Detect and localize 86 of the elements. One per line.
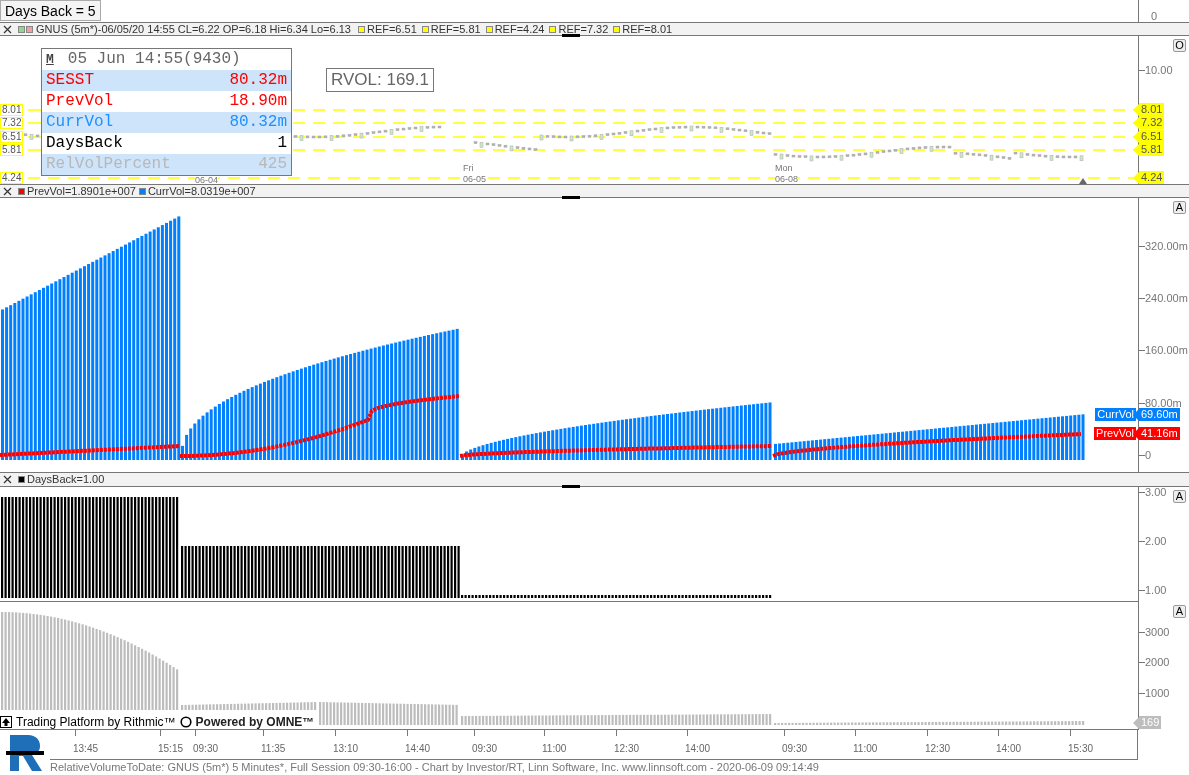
logo-icon [4, 733, 46, 773]
time-label: 09:30 [782, 744, 808, 754]
time-label: 11:00 [542, 744, 567, 754]
tag-pointer-icon [1133, 427, 1139, 440]
legend-label: REF=6.51 [366, 23, 417, 35]
date-label: Fri [463, 164, 474, 172]
rvol-label: RVOL: 169.1 [326, 68, 434, 92]
ring-icon [179, 716, 192, 728]
row-value: 80.32m [229, 70, 287, 91]
level-label: 5.81 [0, 144, 24, 156]
close-icon[interactable] [3, 24, 12, 34]
legend-label: REF=5.81 [430, 23, 481, 35]
row-label: PrevVol [46, 91, 114, 112]
time-label: 12:30 [614, 744, 640, 754]
date-label: Mon [775, 164, 793, 172]
series-label: PrevVol [1094, 427, 1136, 440]
axis-label: 0 [1151, 11, 1158, 22]
row-value: 425 [258, 154, 287, 175]
close-icon[interactable] [3, 475, 12, 484]
axis-label: 2.00 [1145, 536, 1167, 547]
time-label: 11:00 [853, 744, 878, 754]
scale-button[interactable]: A [1173, 490, 1186, 503]
reference-line [27, 109, 42, 111]
row-value: 80.32m [229, 112, 287, 133]
reference-line [27, 122, 42, 124]
axis-label: 10.00 [1145, 65, 1173, 76]
time-label: 15:30 [1068, 744, 1094, 754]
level-label: 8.01 [0, 104, 24, 116]
series-label: CurrVol [1095, 408, 1136, 421]
time-label: 13:10 [333, 744, 359, 754]
tag-pointer-icon [1133, 171, 1139, 184]
legend-label: PrevVol=1.8901e+007 [27, 185, 136, 197]
axis-label: 80.00m [1145, 398, 1182, 409]
time-label: 14:00 [996, 744, 1022, 754]
tag-pointer-icon [1133, 408, 1139, 421]
axis-label: 160.00m [1145, 345, 1188, 356]
axis-label: 320.00m [1145, 241, 1188, 252]
time-label: 14:00 [685, 744, 711, 754]
close-icon[interactable] [3, 186, 12, 196]
splitter-handle[interactable] [562, 34, 580, 37]
level-label: 4.24 [0, 172, 24, 184]
row-label: SESST [46, 70, 94, 91]
legend-label: REF=8.01 [622, 23, 673, 35]
row-value: 18.90m [229, 91, 287, 112]
footer-text: RelativeVolumeToDate: GNUS (5m*) 5 Minutes*, Full Session 09:30-16:00 - Chart by Investor/RT, Linn Software, Inc. www.linnsoft.com - 2020-06-09 09:14:49 [50, 760, 820, 775]
scale-button[interactable]: O [1173, 39, 1186, 52]
time-label: 13:45 [73, 744, 99, 754]
branding-text: Powered by OMNE™ [195, 716, 315, 728]
legend-label: REF=4.24 [494, 23, 545, 35]
date-label: 06-08 [775, 175, 799, 183]
branding-text: Trading Platform by Rithmic™ [16, 716, 176, 728]
row-label: DaysBack [46, 133, 123, 154]
days-back-button[interactable]: Days Back = 5 [0, 0, 101, 21]
row-label: CurrVol [46, 112, 114, 133]
time-label: 09:30 [472, 744, 498, 754]
mode-label[interactable]: M [46, 49, 54, 70]
date-label: 06-04 [195, 176, 219, 184]
legend-label: DaysBack=1.00 [27, 474, 105, 485]
tag-pointer-icon [1133, 716, 1139, 729]
axis-label: 3.00 [1145, 487, 1167, 498]
time-label: 12:30 [925, 744, 951, 754]
legend-label: CurrVol=8.0319e+007 [147, 185, 256, 197]
time-label: 11:35 [261, 744, 286, 754]
legend-label: REF=7.32 [558, 23, 609, 35]
axis-label: 3000 [1145, 627, 1170, 638]
time-label: 09:30 [193, 744, 219, 754]
data-window-title: 05 Jun 14:55(9430) [67, 49, 241, 70]
splitter-handle[interactable] [562, 485, 580, 488]
splitter-handle[interactable] [562, 196, 580, 199]
legend-label: GNUS (5m*)-06/05/20 14:55 CL=6.22 OP=6.18 Hi=6.34 Lo=6.13 [36, 23, 351, 35]
time-label: 14:40 [405, 744, 431, 754]
scale-button[interactable]: A [1173, 201, 1186, 214]
marker-triangle-icon [1079, 178, 1087, 184]
axis-label: 0 [1145, 450, 1152, 461]
level-label: 7.32 [0, 117, 24, 129]
time-label: 15:15 [158, 744, 184, 754]
axis-label: 240.00m [1145, 293, 1188, 304]
reference-line [27, 149, 42, 151]
level-label: 6.51 [0, 131, 24, 143]
axis-label: 1.00 [1145, 585, 1167, 596]
axis-label: 1000 [1145, 688, 1170, 699]
row-value: 1 [277, 133, 287, 154]
scale-button[interactable]: A [1173, 605, 1186, 618]
date-label: 06-05 [463, 175, 487, 183]
row-label: RelVolPercent [46, 154, 171, 175]
axis-label: 2000 [1145, 657, 1170, 668]
